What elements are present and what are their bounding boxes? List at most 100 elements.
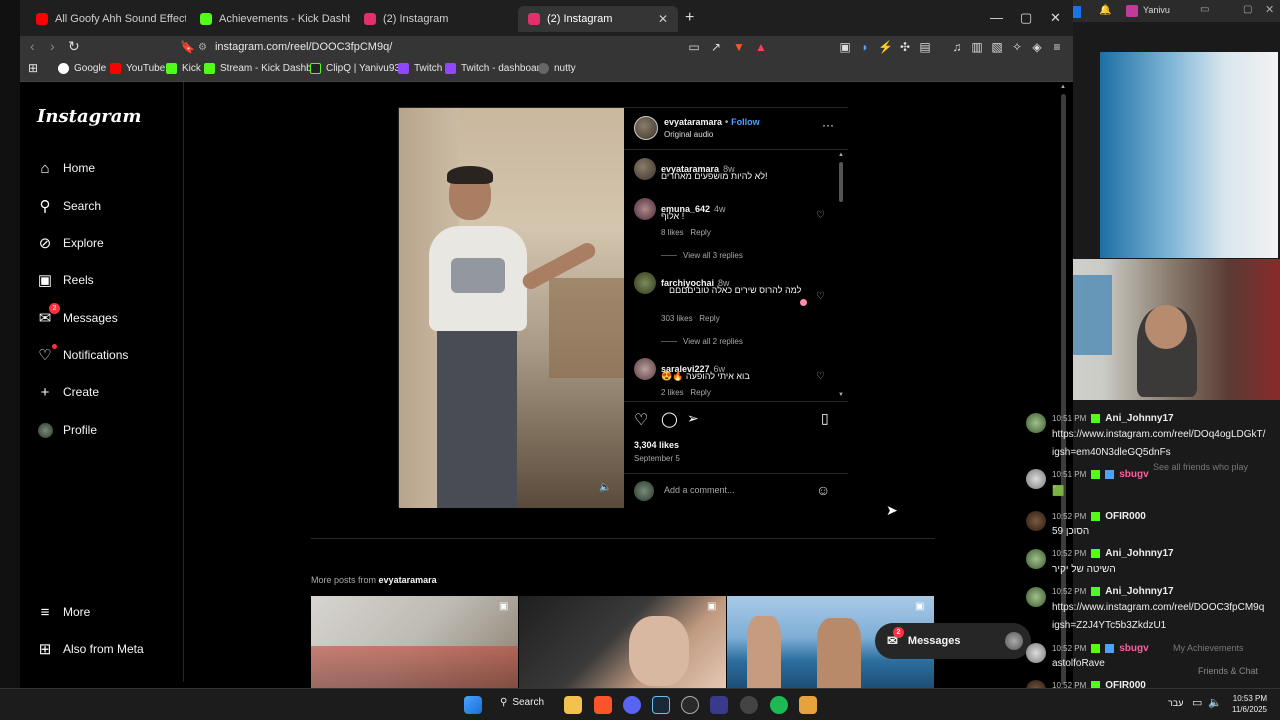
view-replies[interactable]: View all 2 replies (661, 337, 743, 346)
more-options-icon[interactable]: ··· (822, 118, 834, 132)
wallet-icon[interactable]: ▧ (990, 40, 1004, 54)
comments-scrollbar[interactable]: ▲ ▼ (838, 152, 844, 400)
nav-search[interactable]: ⚲ Search (36, 192, 102, 220)
bookmark-icon[interactable]: 🔖 (180, 40, 195, 54)
follow-button[interactable]: Follow (731, 117, 760, 127)
like-comment-icon[interactable]: ♡ (816, 291, 825, 302)
nav-home[interactable]: ⌂ Home (36, 154, 95, 182)
bookmark-twitch[interactable]: Twitch (398, 63, 442, 74)
discord-icon[interactable] (623, 696, 641, 714)
cast-icon[interactable]: ▭ (687, 40, 701, 54)
new-tab-button[interactable]: + (685, 9, 694, 27)
instagram-logo[interactable]: Instagram (37, 106, 141, 127)
messages-float-button[interactable]: ✉ 2 Messages (875, 623, 1031, 659)
nav-notifications[interactable]: ♡ Notifications (36, 341, 128, 369)
app-icon[interactable] (710, 696, 728, 714)
chat-username[interactable]: OFIR000 (1105, 511, 1146, 522)
chat-text[interactable]: igsh=Z2J4YTc5b3ZkdzU1 (1052, 620, 1166, 631)
windows-start-icon[interactable] (464, 696, 482, 714)
more-posts-user[interactable]: evyataramara (379, 575, 437, 585)
nav-also-from-meta[interactable]: ⊞ Also from Meta (36, 635, 144, 663)
like-icon[interactable]: ♡ (634, 410, 648, 430)
taskbar-search[interactable]: ⚲ Search (500, 697, 544, 708)
nav-more[interactable]: ≡ More (36, 598, 91, 626)
likes-count[interactable]: 3,304 likes (634, 440, 679, 450)
music-icon[interactable]: ♫ (950, 40, 964, 54)
author-username[interactable]: evyataramara (664, 117, 722, 127)
comment-input[interactable]: Add a comment... (664, 485, 735, 495)
nav-messages[interactable]: ✉ 2 Messages (36, 303, 118, 332)
brave-rewards-icon[interactable]: ▲ (754, 40, 768, 54)
chat-text[interactable]: https://www.instagram.com/reel/DOq4ogLDG… (1052, 429, 1265, 440)
back-icon[interactable]: ‹ (30, 38, 35, 54)
comment-likes[interactable]: 2 likes (661, 388, 684, 397)
forward-icon[interactable]: › (50, 38, 55, 54)
extension-icon[interactable]: ◗ (858, 40, 872, 54)
nav-create[interactable]: + Create (36, 378, 99, 406)
app-icon[interactable] (799, 696, 817, 714)
comment-likes[interactable]: 303 likes (661, 314, 693, 323)
bookmark-nutty[interactable]: nutty (538, 63, 576, 74)
author-avatar[interactable] (634, 116, 658, 140)
leo-ai-icon[interactable]: ✧ (1010, 40, 1024, 54)
sidebar-icon[interactable]: ▥ (970, 40, 984, 54)
tab-instagram[interactable]: (2) Instagram (354, 6, 514, 32)
nav-reels[interactable]: ▣ Reels (36, 266, 94, 294)
bookmark-kick[interactable]: Kick (166, 63, 201, 74)
extension-icon[interactable]: ⚡ (878, 40, 893, 54)
maximize-icon[interactable]: ▢ (1243, 4, 1252, 15)
share-icon[interactable]: ↗ (709, 40, 723, 54)
bookmark-twitch-dashboard[interactable]: Twitch - dashboard (445, 63, 546, 74)
reload-icon[interactable]: ↻ (68, 38, 80, 55)
close-window-icon[interactable]: ✕ (1050, 10, 1061, 26)
scroll-up-icon[interactable]: ▲ (838, 152, 844, 158)
obs-icon[interactable] (681, 696, 699, 714)
vpn-icon[interactable]: ◈ (1030, 40, 1044, 54)
steam-icon[interactable] (652, 696, 670, 714)
emoji-icon[interactable]: ☺ (816, 482, 830, 498)
minimize-icon[interactable]: ▭ (1200, 4, 1209, 15)
scroll-thumb[interactable] (839, 162, 843, 202)
reply-button[interactable]: Reply (690, 388, 710, 397)
display-icon[interactable]: ▭ (1192, 696, 1202, 709)
close-icon[interactable]: ✕ (1265, 3, 1274, 16)
maximize-icon[interactable]: ▢ (1020, 10, 1032, 26)
chat-username[interactable]: Ani_Johnny17 (1105, 413, 1173, 424)
tab-youtube[interactable]: All Goofy Ahh Sound Effects - YouTu (26, 6, 186, 32)
share-icon[interactable]: ➢ (687, 410, 699, 427)
tab-kick[interactable]: Achievements - Kick Dashboard (190, 6, 350, 32)
puzzle-icon[interactable]: ✣ (898, 40, 912, 54)
chat-username[interactable]: sbugv (1119, 643, 1148, 654)
comment-icon[interactable]: ◯ (661, 410, 678, 428)
commenter-avatar[interactable] (634, 198, 656, 220)
bookmark-stream[interactable]: Stream - Kick Dashb... (204, 63, 320, 74)
post-thumbnail[interactable]: ▣ (519, 596, 726, 688)
nav-profile[interactable]: Profile (36, 416, 97, 444)
reply-button[interactable]: Reply (699, 314, 719, 323)
chat-username[interactable]: Ani_Johnny17 (1105, 548, 1173, 559)
commenter-avatar[interactable] (634, 272, 656, 294)
overlay-friends-chat[interactable]: Friends & Chat (1198, 666, 1258, 676)
comment-likes[interactable]: 8 likes (661, 228, 684, 237)
save-icon[interactable]: ▯ (821, 410, 829, 427)
chat-text[interactable]: https://www.instagram.com/reel/DOOC3fpCM… (1052, 602, 1264, 613)
like-comment-icon[interactable]: ♡ (816, 210, 825, 221)
bell-icon[interactable]: 🔔 (1099, 5, 1111, 16)
bookmark-youtube[interactable]: YouTube (110, 63, 165, 74)
reply-button[interactable]: Reply (690, 228, 710, 237)
commenter-avatar[interactable] (634, 158, 656, 180)
bookmark-clipq[interactable]: ClipQ | Yanivu938 (310, 63, 406, 74)
commenter-avatar[interactable] (634, 358, 656, 380)
like-comment-icon[interactable]: ♡ (816, 371, 825, 382)
address-bar[interactable]: ⚙ instagram.com/reel/DOOC3fpCM9q/ (198, 37, 698, 57)
minimize-icon[interactable]: — (990, 10, 1003, 25)
audio-label[interactable]: Original audio (664, 130, 713, 139)
scroll-down-icon[interactable]: ▼ (838, 392, 844, 398)
view-replies[interactable]: View all 3 replies (661, 251, 743, 260)
tab-instagram-active[interactable]: (2) Instagram ✕ (518, 6, 678, 32)
chat-text[interactable]: igsh=em40N3dleGQ5dnFs (1052, 447, 1171, 458)
app-icon[interactable] (740, 696, 758, 714)
nav-explore[interactable]: ⊘ Explore (36, 229, 104, 257)
close-tab-icon[interactable]: ✕ (650, 12, 668, 26)
mute-icon[interactable]: 🔈 (599, 482, 611, 493)
